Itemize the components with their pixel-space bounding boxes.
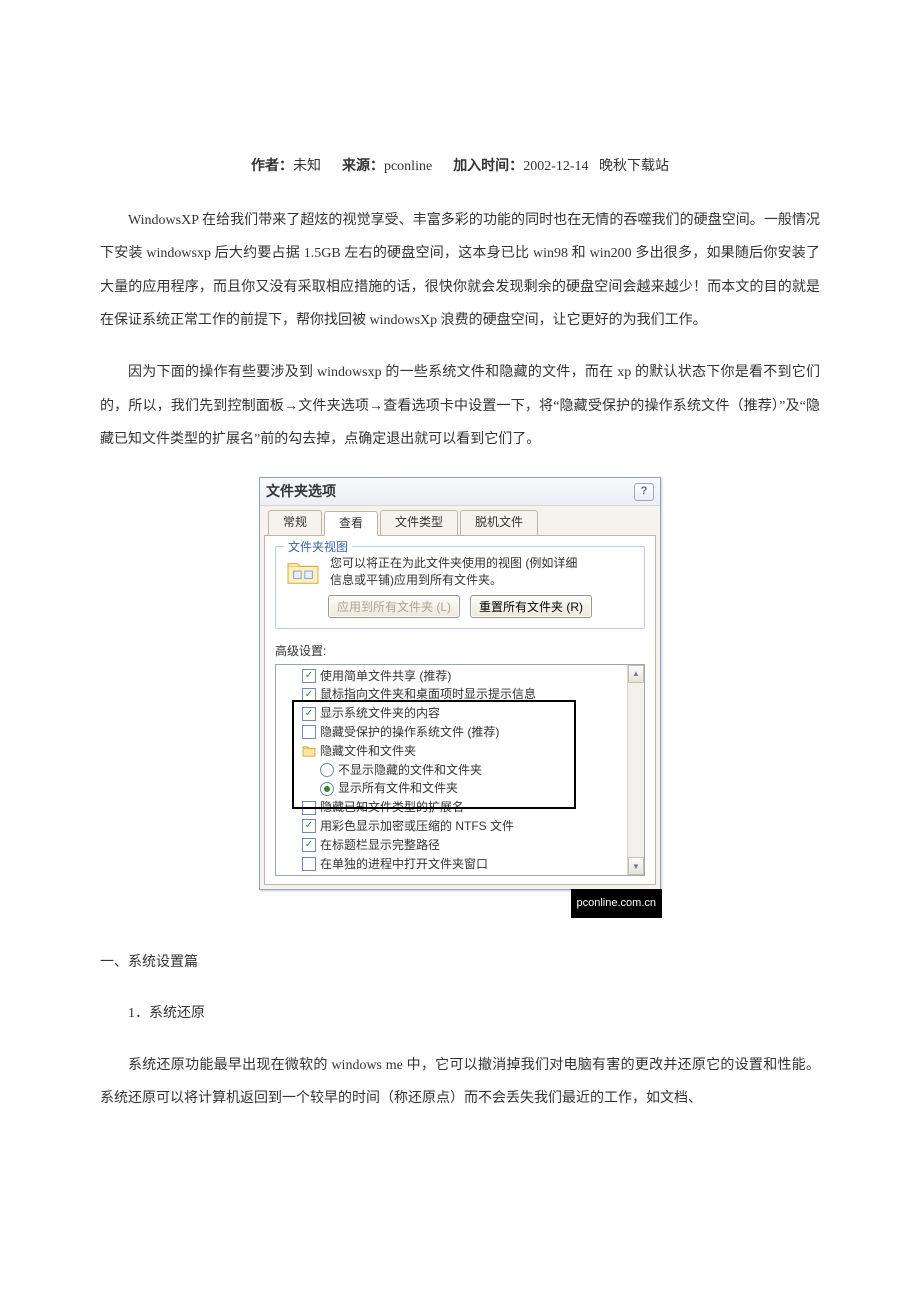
advanced-label: 高级设置: [275, 643, 645, 660]
watermark: pconline.com.cn [571, 889, 663, 917]
opt-tooltip: 鼠标指向文件夹和桌面项时显示提示信息 [320, 686, 536, 703]
scroll-down-icon[interactable]: ▼ [628, 857, 644, 875]
tab-offline-files[interactable]: 脱机文件 [460, 510, 538, 535]
advanced-list: ✓ 使用简单文件共享 (推荐) ✓ 鼠标指向文件夹和桌面项时显示提示信息 ✓ 显示系统… [275, 664, 645, 877]
source-label: 来源： [342, 159, 384, 174]
opt-hide-protected: 隐藏受保护的操作系统文件 (推荐) [320, 724, 499, 741]
reset-all-button[interactable]: 重置所有文件夹 (R) [470, 595, 592, 618]
opt-show-all: 显示所有文件和文件夹 [338, 780, 458, 797]
time-label: 加入时间： [453, 159, 523, 174]
radio-unchecked-icon[interactable] [320, 763, 334, 777]
folder-view-icon [286, 557, 320, 587]
tab-general[interactable]: 常规 [268, 510, 322, 535]
folder-view-title: 文件夹视图 [284, 539, 352, 556]
folder-options-dialog: 文件夹选项 ? 常规 查看 文件类型 脱机文件 文件夹视图 [259, 477, 661, 891]
checkbox-checked-icon[interactable]: ✓ [302, 707, 316, 721]
opt-no-show-hidden: 不显示隐藏的文件和文件夹 [338, 762, 482, 779]
checkbox-checked-icon[interactable]: ✓ [302, 669, 316, 683]
dialog-title-bar: 文件夹选项 ? [260, 478, 660, 507]
opt-simple-sharing: 使用简单文件共享 (推荐) [320, 668, 451, 685]
paragraph-2: 因为下面的操作有些要涉及到 windowsxp 的一些系统文件和隐藏的文件，而在… [100, 356, 820, 457]
dialog-title: 文件夹选项 [266, 482, 336, 502]
radio-checked-icon[interactable] [320, 782, 334, 796]
author-value: 未知 [293, 159, 321, 174]
scroll-up-icon[interactable]: ▲ [628, 665, 644, 683]
paragraph-1: WindowsXP 在给我们带来了超炫的视觉享受、丰富多彩的功能的同时也在无情的… [100, 204, 820, 338]
folder-view-desc: 您可以将正在为此文件夹使用的视图 (例如详细 信息或平铺)应用到所有文件夹。 [330, 555, 577, 589]
opt-show-sys-contents: 显示系统文件夹的内容 [320, 705, 440, 722]
opt-ntfs-color: 用彩色显示加密或压缩的 NTFS 文件 [320, 818, 514, 835]
tab-bar: 常规 查看 文件类型 脱机文件 [260, 506, 660, 535]
checkbox-unchecked-icon[interactable] [302, 857, 316, 871]
folder-view-group: 文件夹视图 您可以将正在为此文件夹使用的视图 (例如详细 信息或平铺)应用到所有… [275, 546, 645, 629]
opt-hidden-group: 隐藏文件和文件夹 [320, 743, 416, 760]
source-value: pconline [384, 159, 432, 174]
apply-to-all-button[interactable]: 应用到所有文件夹 (L) [328, 595, 460, 618]
opt-hide-ext: 隐藏已知文件类型的扩展名 [320, 799, 464, 816]
folder-icon [302, 745, 316, 757]
tab-panel: 文件夹视图 您可以将正在为此文件夹使用的视图 (例如详细 信息或平铺)应用到所有… [264, 535, 656, 885]
checkbox-unchecked-icon[interactable] [302, 801, 316, 815]
checkbox-checked-icon[interactable]: ✓ [302, 838, 316, 852]
meta-line: 作者：未知 来源：pconline 加入时间：2002-12-14 晚秋下载站 [100, 150, 820, 184]
author-label: 作者： [251, 159, 293, 174]
tab-view[interactable]: 查看 [324, 511, 378, 536]
section-1-title: 一、系统设置篇 [100, 946, 820, 980]
help-button[interactable]: ? [634, 483, 654, 501]
paragraph-3: 系统还原功能最早出现在微软的 windows me 中，它可以撤消掉我们对电脑有… [100, 1049, 820, 1116]
opt-full-path: 在标题栏显示完整路径 [320, 837, 440, 854]
site-name: 晚秋下载站 [599, 159, 669, 174]
tab-file-types[interactable]: 文件类型 [380, 510, 458, 535]
item-1: 1．系统还原 [100, 997, 820, 1031]
scrollbar[interactable]: ▲ ▼ [627, 665, 644, 876]
checkbox-checked-icon[interactable]: ✓ [302, 819, 316, 833]
checkbox-unchecked-icon[interactable] [302, 725, 316, 739]
opt-separate-process: 在单独的进程中打开文件夹窗口 [320, 856, 488, 873]
time-value: 2002-12-14 [523, 159, 588, 174]
checkbox-checked-icon[interactable]: ✓ [302, 688, 316, 702]
